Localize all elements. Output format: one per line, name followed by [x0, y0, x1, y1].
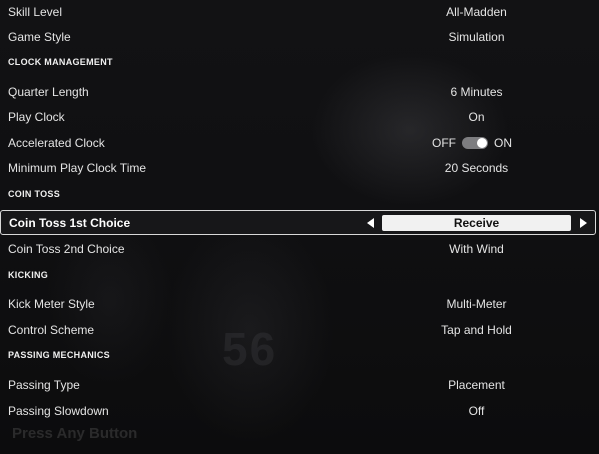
settings-list: Skill Level All-Madden Game Style Simula… — [0, 0, 599, 454]
section-header-coin-toss: COIN TOSS — [8, 189, 61, 199]
setting-value: With Wind — [449, 241, 504, 256]
toggle-off-label: OFF — [432, 135, 456, 150]
setting-value: 6 Minutes — [450, 84, 503, 99]
setting-row-passing-slowdown[interactable]: Passing Slowdown Off — [0, 398, 599, 423]
setting-value: On — [468, 109, 485, 124]
setting-value: Tap and Hold — [441, 322, 512, 337]
setting-label: Passing Slowdown — [8, 403, 109, 418]
setting-label: Accelerated Clock — [8, 135, 105, 150]
toggle-knob — [477, 137, 487, 148]
setting-row-control-scheme[interactable]: Control Scheme Tap and Hold — [0, 317, 599, 342]
setting-label: Skill Level — [8, 4, 63, 19]
setting-row-passing-type[interactable]: Passing Type Placement — [0, 372, 599, 397]
setting-value: Simulation — [448, 29, 505, 44]
section-header-passing-mechanics: PASSING MECHANICS — [8, 350, 110, 360]
setting-label: Play Clock — [8, 109, 65, 124]
press-any-button-prompt: Press Any Button — [12, 425, 138, 442]
setting-row-kick-meter-style[interactable]: Kick Meter Style Multi-Meter — [0, 291, 599, 316]
selected-value-pill: Receive — [382, 215, 571, 231]
setting-value: Multi-Meter — [446, 296, 507, 311]
setting-row-min-play-clock[interactable]: Minimum Play Clock Time 20 Seconds — [0, 155, 599, 180]
accelerated-clock-toggle[interactable]: OFF ON — [432, 130, 512, 155]
setting-value: 20 Seconds — [444, 160, 509, 175]
setting-row-game-style[interactable]: Game Style Simulation — [0, 24, 599, 49]
setting-value: All-Madden — [446, 4, 507, 19]
section-header-kicking: KICKING — [8, 270, 49, 280]
setting-row-play-clock[interactable]: Play Clock On — [0, 104, 599, 129]
toggle-on-label: ON — [494, 135, 512, 150]
setting-row-skill-level[interactable]: Skill Level All-Madden — [0, 0, 599, 24]
arrow-left-icon[interactable] — [367, 218, 374, 228]
setting-label: Coin Toss 1st Choice — [9, 216, 131, 230]
setting-row-coin-toss-2nd[interactable]: Coin Toss 2nd Choice With Wind — [0, 236, 599, 261]
toggle-switch[interactable] — [462, 136, 488, 149]
setting-row-quarter-length[interactable]: Quarter Length 6 Minutes — [0, 79, 599, 104]
setting-label: Minimum Play Clock Time — [8, 160, 147, 175]
setting-label: Control Scheme — [8, 322, 95, 337]
setting-label: Passing Type — [8, 377, 80, 392]
setting-label: Kick Meter Style — [8, 296, 95, 311]
setting-label: Coin Toss 2nd Choice — [8, 241, 125, 256]
setting-label: Game Style — [8, 29, 71, 44]
arrow-right-icon[interactable] — [580, 218, 587, 228]
setting-row-accelerated-clock[interactable]: Accelerated Clock OFF ON — [0, 130, 599, 155]
setting-label: Quarter Length — [8, 84, 89, 99]
setting-value: Off — [468, 403, 485, 418]
section-header-clock-management: CLOCK MANAGEMENT — [8, 57, 113, 67]
setting-value: Placement — [448, 377, 505, 392]
setting-row-coin-toss-1st-selected[interactable]: Coin Toss 1st Choice Receive — [0, 210, 596, 235]
